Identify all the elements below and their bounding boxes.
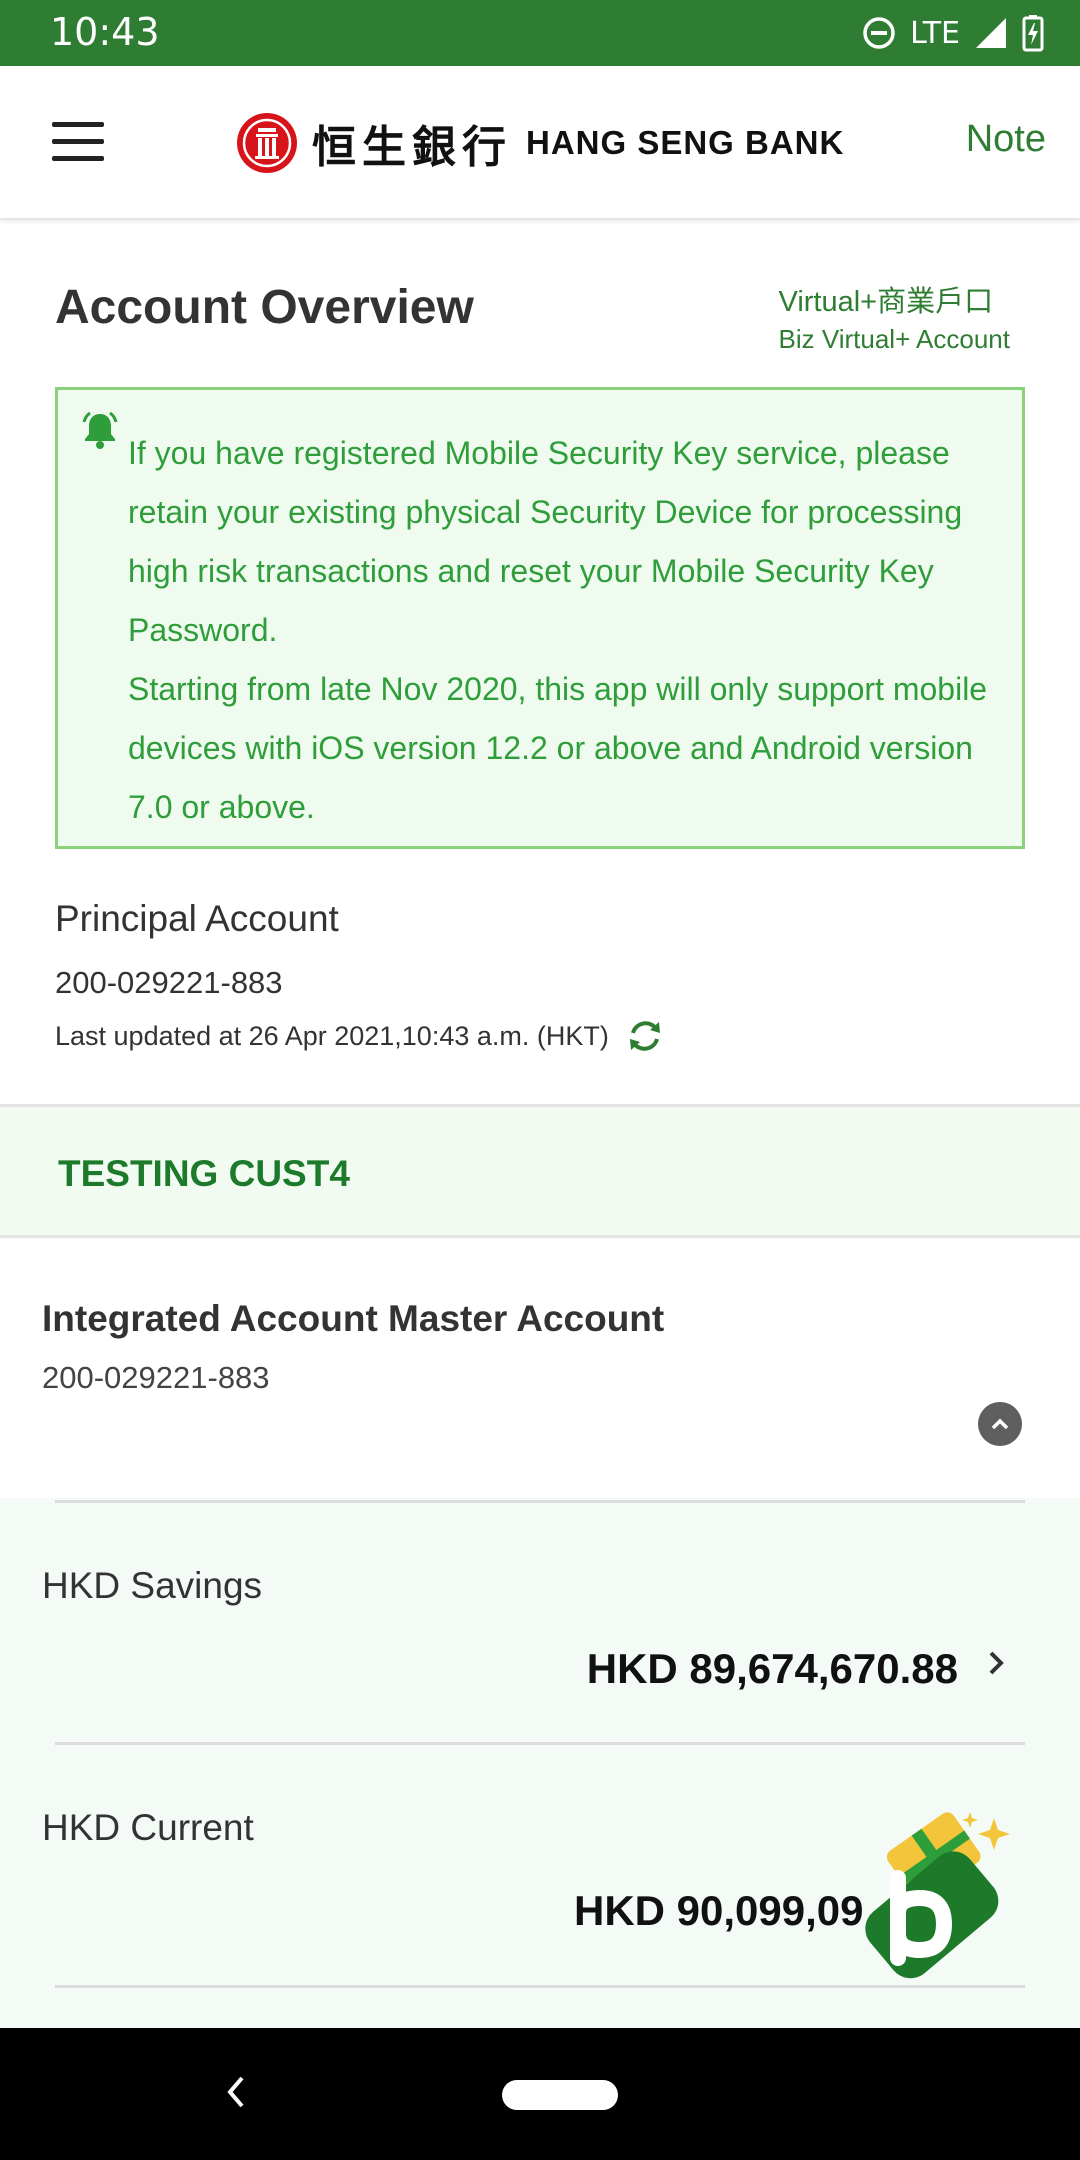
account-balance: HKD 89,674,670.88 bbox=[586, 1645, 958, 1692]
principal-account-label: Principal Account bbox=[55, 898, 339, 939]
home-pill-button[interactable] bbox=[502, 2080, 618, 2110]
hang-seng-logo bbox=[237, 113, 297, 173]
signal-icon bbox=[976, 18, 1006, 48]
menu-icon bbox=[52, 122, 104, 127]
collapse-button[interactable] bbox=[978, 1402, 1022, 1446]
customer-section: TESTING CUST4 bbox=[0, 1104, 1080, 1238]
status-time: 10:43 bbox=[50, 10, 160, 54]
promo-gift-icon[interactable] bbox=[858, 1808, 1038, 1988]
notice-text: If you have registered Mobile Security K… bbox=[128, 435, 988, 825]
refresh-icon[interactable] bbox=[625, 1016, 665, 1056]
account-name: HKD Current bbox=[42, 1807, 254, 1848]
back-icon[interactable] bbox=[222, 2072, 250, 2112]
bell-icon bbox=[82, 411, 118, 449]
principal-account-number: 200-029221-883 bbox=[55, 965, 283, 1000]
app-header: 恒生銀行 HANG SENG BANK Note bbox=[0, 66, 1080, 220]
account-type-english: Biz Virtual+ Account bbox=[778, 324, 1011, 354]
account-name: HKD Savings bbox=[42, 1565, 263, 1606]
system-nav-bar bbox=[0, 2028, 1080, 2160]
brand-logo: 恒生銀行 HANG SENG BANK bbox=[236, 110, 844, 176]
brand-name-chinese: 恒生銀行 bbox=[312, 122, 512, 173]
chevron-up-icon bbox=[991, 1418, 1009, 1430]
account-type-chinese: Virtual+商業戶口 bbox=[778, 286, 994, 318]
do-not-disturb-icon bbox=[863, 17, 895, 49]
menu-button[interactable] bbox=[52, 122, 104, 164]
master-account-number: 200-029221-883 bbox=[42, 1360, 270, 1395]
last-updated-text: Last updated at 26 Apr 2021,10:43 a.m. (… bbox=[55, 1020, 609, 1051]
network-type: LTE bbox=[910, 15, 960, 51]
master-account-section: Integrated Account Master Account 200-02… bbox=[0, 1238, 1080, 1498]
chevron-right-icon bbox=[989, 1651, 1004, 1675]
page-title: Account Overview bbox=[55, 281, 474, 334]
battery-charging-icon bbox=[1022, 15, 1044, 52]
account-balance: HKD 90,099,09 bbox=[574, 1887, 864, 1934]
security-notice: If you have registered Mobile Security K… bbox=[55, 387, 1025, 849]
status-icons: LTE bbox=[862, 12, 1044, 54]
note-button[interactable]: Note bbox=[966, 118, 1046, 161]
brand-name-english: HANG SENG BANK bbox=[526, 124, 845, 161]
account-row-hkd-savings[interactable]: HKD Savings HKD 89,674,670.88 bbox=[0, 1503, 1080, 1745]
master-account-title: Integrated Account Master Account bbox=[42, 1298, 665, 1339]
last-updated-row: Last updated at 26 Apr 2021,10:43 a.m. (… bbox=[55, 1016, 665, 1056]
customer-name: TESTING CUST4 bbox=[58, 1153, 350, 1194]
account-type-label: Virtual+商業戶口 Biz Virtual+ Account bbox=[779, 278, 1011, 355]
status-bar: 10:43 LTE bbox=[0, 0, 1080, 66]
